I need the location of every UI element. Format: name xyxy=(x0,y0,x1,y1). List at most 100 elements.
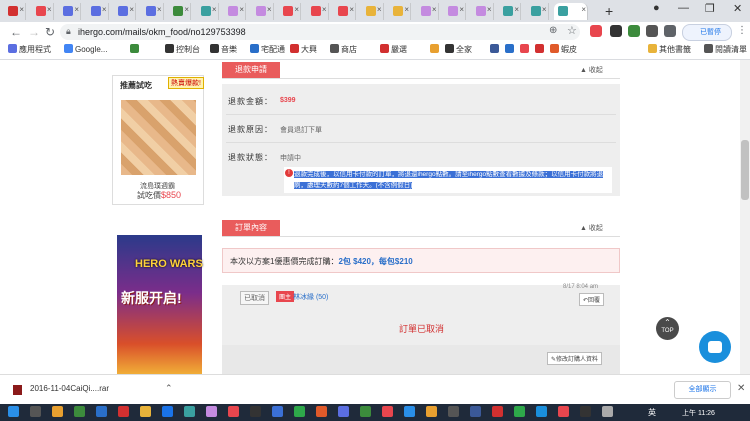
minimize-icon[interactable]: — xyxy=(678,2,689,14)
browser-tab[interactable]: × xyxy=(417,3,439,20)
close-window-icon[interactable]: ✕ xyxy=(733,2,742,15)
forward-icon[interactable]: → xyxy=(28,25,40,39)
bookmark-item[interactable] xyxy=(430,44,441,54)
tab-close-icon[interactable]: × xyxy=(581,5,586,14)
bookmark-item[interactable]: 商店 xyxy=(330,44,357,55)
browser-tab[interactable]: × xyxy=(87,3,109,20)
browser-tab[interactable]: × xyxy=(499,3,521,20)
extension-icon[interactable] xyxy=(628,25,640,37)
clock[interactable]: 上午 11:26 xyxy=(682,408,715,418)
content-collapse-button[interactable]: ▲ 收起 xyxy=(580,223,603,233)
leader-name[interactable]: 林冰緣 (50) xyxy=(293,292,328,302)
taskbar-app-icon[interactable] xyxy=(96,406,107,417)
browser-tab[interactable]: × xyxy=(169,3,191,20)
bookmark-item[interactable]: Google... xyxy=(64,44,107,54)
taskbar-app-icon[interactable] xyxy=(74,406,85,417)
bookmark-item[interactable] xyxy=(505,44,516,54)
bookmark-item[interactable]: 應用程式 xyxy=(8,44,51,55)
bookmark-item[interactable]: 控制台 xyxy=(165,44,200,55)
taskbar-app-icon[interactable] xyxy=(184,406,195,417)
media-icon[interactable] xyxy=(664,25,676,37)
edit-buyer-button[interactable]: ✎修改訂購人資料 xyxy=(547,352,603,365)
taskbar-app-icon[interactable] xyxy=(250,406,261,417)
bookmark-item[interactable]: 全家 xyxy=(445,44,472,55)
reload-icon[interactable]: ↻ xyxy=(45,25,55,39)
browser-tab[interactable]: × xyxy=(114,3,136,20)
taskbar-app-icon[interactable] xyxy=(52,406,63,417)
browser-tab[interactable]: × xyxy=(279,3,301,20)
tab-close-icon[interactable]: × xyxy=(487,5,492,14)
scrollbar-thumb[interactable] xyxy=(741,140,749,200)
taskbar-app-icon[interactable] xyxy=(162,406,173,417)
scrollbar-track[interactable] xyxy=(740,60,750,374)
taskbar-app-icon[interactable] xyxy=(338,406,349,417)
browser-tab[interactable]: × xyxy=(32,3,54,20)
tab-close-icon[interactable]: × xyxy=(294,5,299,14)
tab-close-icon[interactable]: × xyxy=(377,5,382,14)
browser-tab[interactable]: × xyxy=(197,3,219,20)
taskbar-app-icon[interactable] xyxy=(316,406,327,417)
tab-close-icon[interactable]: × xyxy=(102,5,107,14)
browser-tab[interactable]: × xyxy=(142,3,164,20)
taskbar-app-icon[interactable] xyxy=(118,406,129,417)
taskbar-app-icon[interactable] xyxy=(470,406,481,417)
taskbar-app-icon[interactable] xyxy=(30,406,41,417)
bookmark-item[interactable]: 其他書籤 xyxy=(648,44,691,55)
taskbar-app-icon[interactable] xyxy=(272,406,283,417)
tab-close-icon[interactable]: × xyxy=(459,5,464,14)
bookmark-item[interactable]: 嚴選 xyxy=(380,44,407,55)
taskbar-app-icon[interactable] xyxy=(360,406,371,417)
tab-close-icon[interactable]: × xyxy=(404,5,409,14)
tab-close-icon[interactable]: × xyxy=(349,5,354,14)
taskbar-app-icon[interactable] xyxy=(228,406,239,417)
close-icon[interactable]: ✕ xyxy=(737,383,745,394)
tab-close-icon[interactable]: × xyxy=(322,5,327,14)
bookmark-item[interactable]: 閱讀清單 xyxy=(704,44,747,55)
product-image[interactable] xyxy=(121,100,196,175)
tab-close-icon[interactable]: × xyxy=(239,5,244,14)
tab-close-icon[interactable]: × xyxy=(129,5,134,14)
taskbar-app-icon[interactable] xyxy=(140,406,151,417)
tab-close-icon[interactable]: × xyxy=(542,5,547,14)
taskbar-app-icon[interactable] xyxy=(294,406,305,417)
bookmark-item[interactable]: 大興 xyxy=(290,44,317,55)
tab-close-icon[interactable]: × xyxy=(212,5,217,14)
taskbar-app-icon[interactable] xyxy=(580,406,591,417)
browser-tab[interactable]: × xyxy=(362,3,384,20)
tab-close-icon[interactable]: × xyxy=(19,5,24,14)
taskbar-app-icon[interactable] xyxy=(558,406,569,417)
browser-tab[interactable]: × xyxy=(389,3,411,20)
tab-close-icon[interactable]: × xyxy=(432,5,437,14)
back-icon[interactable]: ← xyxy=(10,25,22,39)
reply-button[interactable]: ↶回覆 xyxy=(579,293,605,306)
extensions-puzzle-icon[interactable] xyxy=(646,25,658,37)
taskbar-app-icon[interactable] xyxy=(404,406,415,417)
extension-icon[interactable] xyxy=(590,25,602,37)
chat-button[interactable] xyxy=(699,331,731,363)
tab-close-icon[interactable]: × xyxy=(157,5,162,14)
address-url[interactable]: ihergo.com/mails/okm_food/no129753398 xyxy=(78,27,246,37)
new-tab-button[interactable]: + xyxy=(605,3,613,19)
taskbar-app-icon[interactable] xyxy=(492,406,503,417)
download-file-name[interactable]: 2016-11-04CaiQi....rar xyxy=(30,384,109,393)
show-all-button[interactable]: 全部顯示 xyxy=(674,381,731,399)
maximize-icon[interactable]: ❐ xyxy=(705,2,715,15)
bookmark-star-icon[interactable]: ☆ xyxy=(567,24,577,37)
bookmark-item[interactable] xyxy=(535,44,546,54)
bookmark-item[interactable]: 宅配通 xyxy=(250,44,285,55)
browser-tab[interactable]: × xyxy=(527,3,549,20)
menu-icon[interactable]: ⋮ xyxy=(737,25,747,36)
taskbar-app-icon[interactable] xyxy=(448,406,459,417)
extension-icon[interactable] xyxy=(610,25,622,37)
bookmark-item[interactable] xyxy=(520,44,531,54)
tab-close-icon[interactable]: × xyxy=(267,5,272,14)
taskbar-app-icon[interactable] xyxy=(8,406,19,417)
browser-tab[interactable]: × xyxy=(4,3,26,20)
browser-tab[interactable]: × xyxy=(472,3,494,20)
tab-close-icon[interactable]: × xyxy=(184,5,189,14)
browser-tab[interactable]: × xyxy=(59,3,81,20)
back-to-top-button[interactable]: ⌃ TOP xyxy=(656,317,679,340)
browser-tab[interactable]: × xyxy=(224,3,246,20)
taskbar-app-icon[interactable] xyxy=(602,406,613,417)
refund-collapse-button[interactable]: ▲ 收起 xyxy=(580,65,603,75)
